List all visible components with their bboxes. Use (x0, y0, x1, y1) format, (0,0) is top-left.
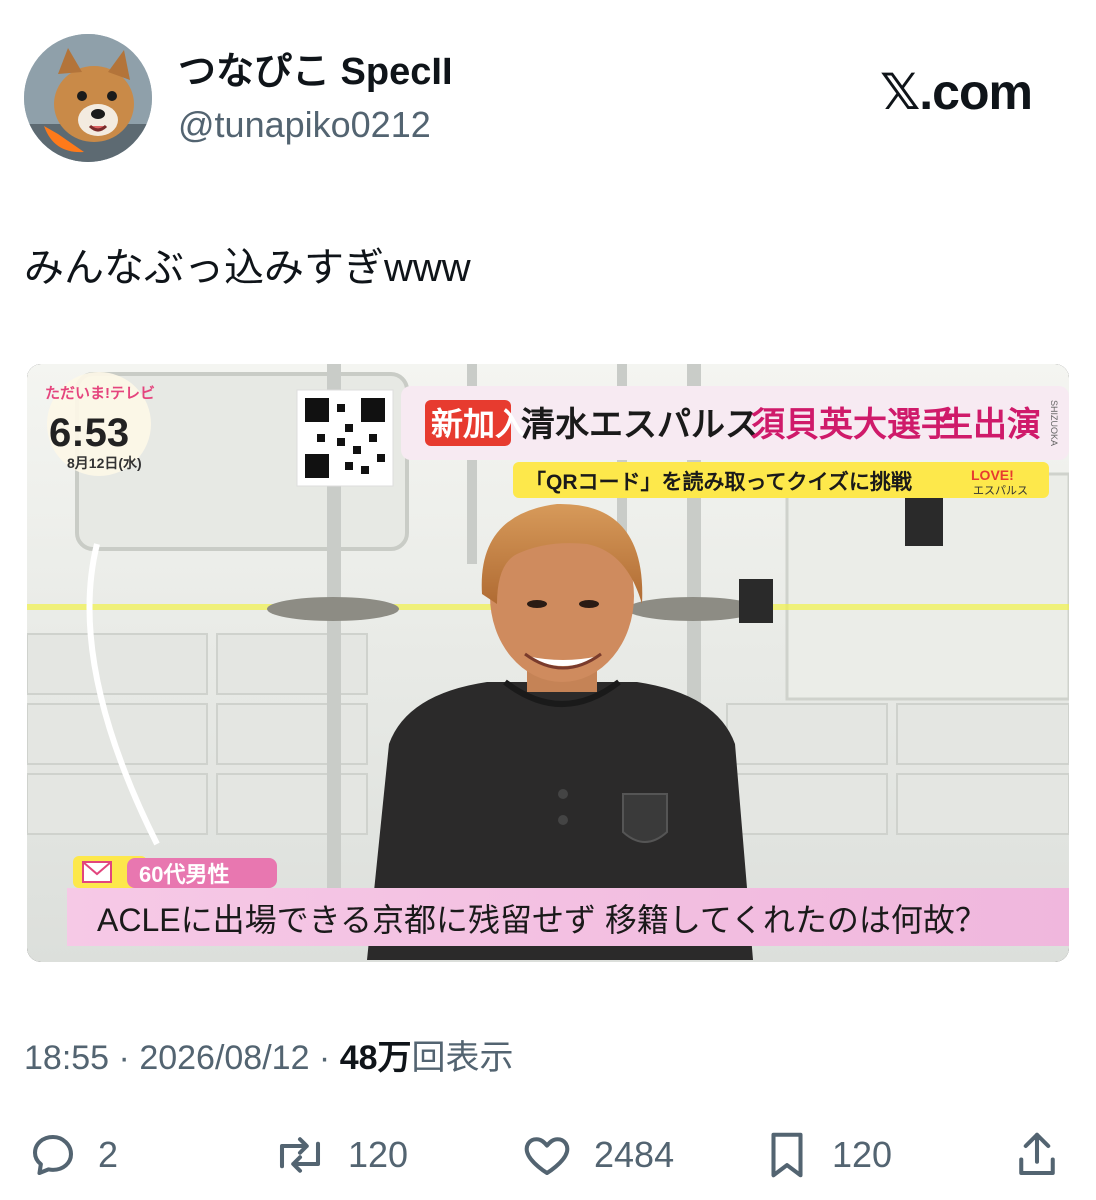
tweet-text: みんなぶっ込みすぎwww (24, 246, 471, 290)
new-tag: 新加入 (431, 406, 527, 442)
views-suffix: 回表示 (411, 1039, 514, 1077)
tweet-meta: 18:55 · 2026/08/12 · 48万回表示 (24, 1032, 514, 1084)
qr-code[interactable] (296, 389, 394, 487)
meta-separator: · (109, 1039, 140, 1077)
retweet-icon (279, 1137, 321, 1173)
viewer-tag: 60代男性 (139, 862, 229, 887)
x-logo: 𝕏.com (880, 64, 1033, 120)
qr-prompt: 「QRコード」を読み取ってクイズに挑戦 (525, 470, 912, 494)
bookmark-count: 120 (832, 1134, 893, 1175)
tweet-image[interactable]: ただいま!テレビ 6:53 8月12日(水) 新加入 清水エスパルス 須貝英大選… (27, 364, 1069, 962)
like-count: 2484 (594, 1134, 675, 1175)
love-badge-bottom: エスパルス (973, 484, 1028, 497)
reply-icon (32, 1134, 74, 1176)
avatar[interactable] (24, 34, 152, 162)
reply-count: 2 (98, 1134, 119, 1175)
reply-button[interactable]: 2 (26, 1120, 118, 1190)
share-button[interactable] (1010, 1120, 1064, 1190)
date-text: 8月12日(水) (67, 455, 142, 471)
bookmark-button[interactable]: 120 (760, 1120, 892, 1190)
live-label: 生出演 (939, 406, 1041, 444)
side-label: SHIZUOKA (1049, 400, 1059, 446)
clock-text: 6:53 (49, 411, 129, 455)
viewer-question: ACLEに出場できる京都に残留せず 移籍してくれたのは何故？ (97, 902, 987, 938)
views-count: 48 (339, 1039, 378, 1077)
program-logo-text: ただいま!テレビ (45, 385, 155, 402)
club-name: 清水エスパルス (521, 406, 759, 444)
retweet-count: 120 (348, 1134, 409, 1175)
like-button[interactable]: 2484 (518, 1120, 674, 1190)
heart-icon (524, 1137, 570, 1176)
views-unit: 万 (377, 1039, 412, 1077)
bookmark-icon (771, 1132, 803, 1178)
love-badge-top: LOVE! (971, 467, 1014, 483)
user-handle[interactable]: @tunapiko0212 (178, 103, 431, 147)
display-name[interactable]: つなぴこ SpecII (178, 50, 453, 94)
player-name: 須貝英大選手 (751, 406, 955, 444)
tweet-time: 18:55 (24, 1039, 110, 1077)
tweet-date: 2026/08/12 (139, 1039, 310, 1077)
action-bar: 2 120 2484 120 (0, 1120, 1096, 1190)
dog-avatar-icon (24, 34, 152, 162)
mail-icon (82, 861, 112, 883)
share-icon (1019, 1132, 1055, 1176)
meta-separator: · (309, 1039, 340, 1077)
retweet-button[interactable]: 120 (270, 1120, 408, 1190)
